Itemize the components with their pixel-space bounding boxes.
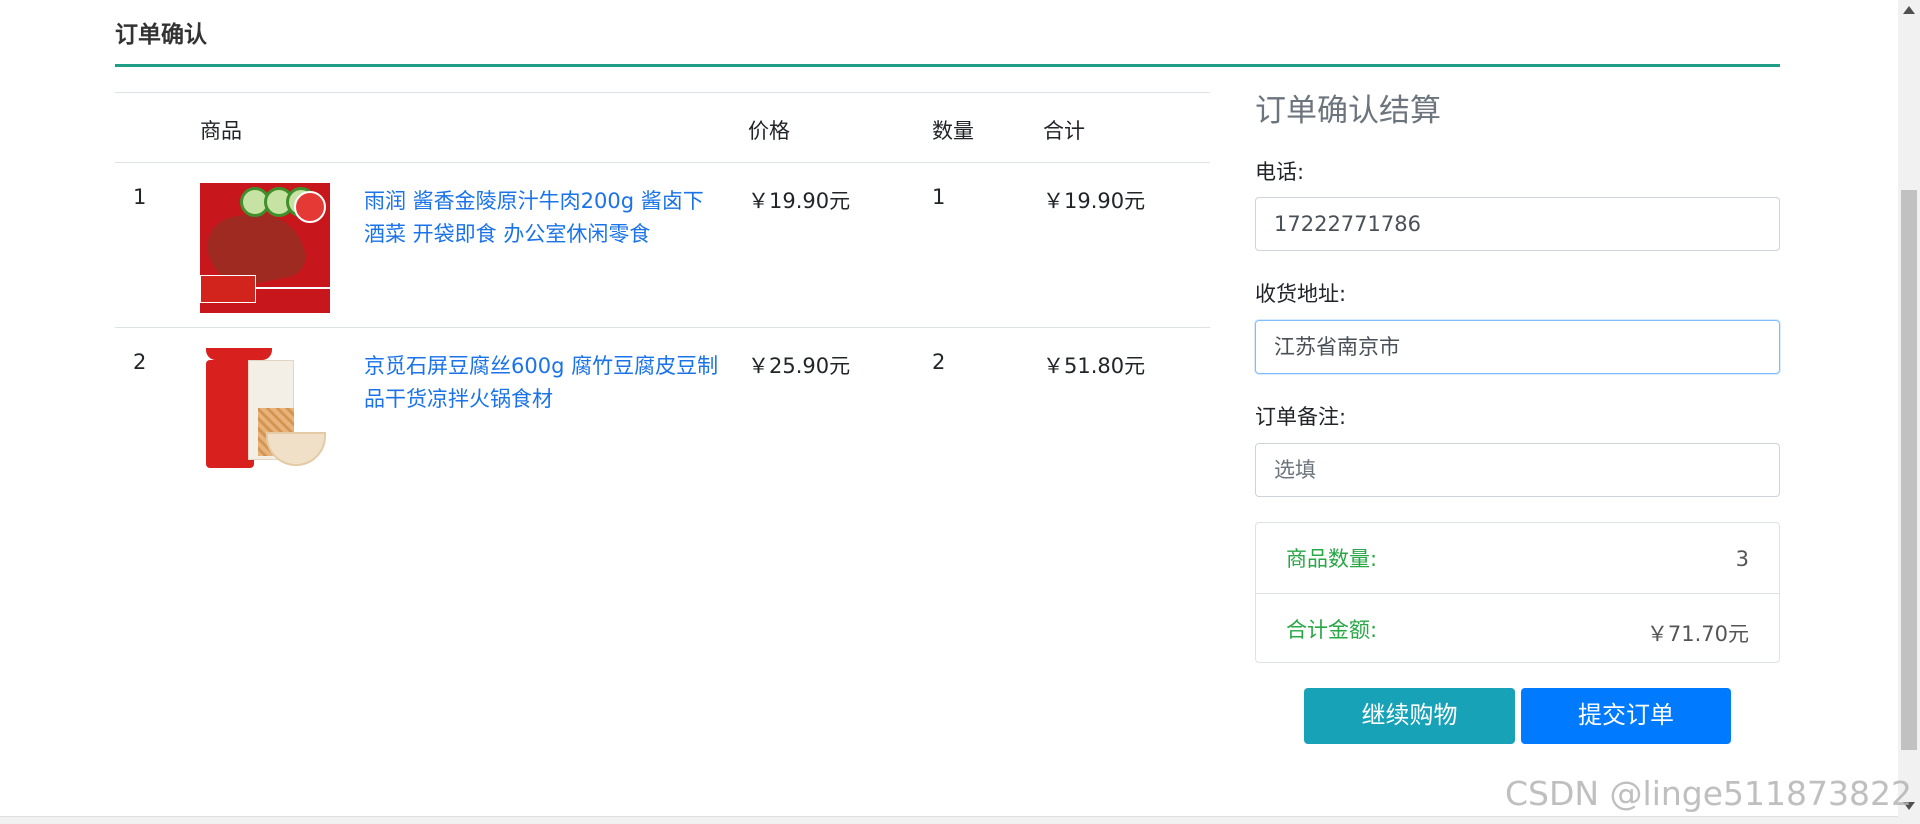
note-label: 订单备注: [1255,405,1347,429]
address-input[interactable]: 江苏省南京市 [1255,320,1780,374]
horizontal-scrollbar[interactable] [0,816,1898,824]
address-label: 收货地址: [1255,282,1347,306]
column-header-product: 商品 [200,119,242,143]
product-price: ￥25.90元 [748,354,851,378]
product-name-link[interactable]: 雨润 酱香金陵原汁牛肉200g 酱卤下酒菜 开袋即食 办公室休闲零食 [364,185,724,251]
product-price: ￥19.90元 [748,189,851,213]
product-subtotal: ￥51.80元 [1043,354,1146,378]
row-index: 2 [133,350,147,374]
row-index: 1 [133,185,147,209]
summary-total-row: 合计金额: ￥71.70元 [1256,593,1779,663]
cart-table: 商品 价格 数量 合计 1 雨润 酱香金陵原汁牛肉200g 酱卤下酒菜 开袋即食… [115,92,1210,492]
total-amount-label: 合计金额: [1286,618,1378,642]
note-placeholder: 选填 [1274,458,1316,482]
product-name-link[interactable]: 京觅石屏豆腐丝600g 腐竹豆腐皮豆制品干货凉拌火锅食材 [364,350,724,416]
table-row: 1 雨润 酱香金陵原汁牛肉200g 酱卤下酒菜 开袋即食 办公室休闲零食 ￥19… [115,162,1210,327]
vertical-scrollbar[interactable] [1898,0,1920,824]
braised-beef-product-image [200,183,330,313]
column-header-quantity: 数量 [932,119,974,143]
page-title: 订单确认 [115,22,207,48]
summary-count-row: 商品数量: 3 [1256,523,1779,593]
tofu-shreds-product-image [200,348,330,478]
scroll-thumb[interactable] [1901,190,1917,750]
phone-input[interactable]: 17222771786 [1255,197,1780,251]
table-header-row: 商品 价格 数量 合计 [115,92,1210,162]
order-summary: 商品数量: 3 合计金额: ￥71.70元 [1255,522,1780,663]
item-count-value: 3 [1735,547,1749,571]
product-subtotal: ￥19.90元 [1043,189,1146,213]
continue-shopping-button[interactable]: 继续购物 [1304,688,1515,744]
submit-order-button[interactable]: 提交订单 [1521,688,1731,744]
checkout-title: 订单确认结算 [1255,93,1441,129]
scroll-up-arrow-icon[interactable] [1903,6,1915,14]
page-header: 订单确认 [115,18,1780,67]
column-header-subtotal: 合计 [1043,119,1085,143]
table-row: 2 京觅石屏豆腐丝600g 腐竹豆腐皮豆制品干货凉拌火锅食材 ￥25.90元 2… [115,327,1210,492]
total-amount-value: ￥71.70元 [1646,622,1749,646]
watermark: CSDN @linge511873822 [1504,774,1912,813]
item-count-label: 商品数量: [1286,547,1378,571]
note-input[interactable]: 选填 [1255,443,1780,497]
checkout-panel: 订单确认结算 电话: 17222771786 收货地址: 江苏省南京市 订单备注… [1255,88,1780,744]
product-quantity: 1 [932,185,946,209]
product-quantity: 2 [932,350,946,374]
product-image[interactable] [200,183,330,313]
phone-label: 电话: [1255,160,1305,184]
column-header-price: 价格 [748,119,790,143]
product-image[interactable] [200,348,330,478]
